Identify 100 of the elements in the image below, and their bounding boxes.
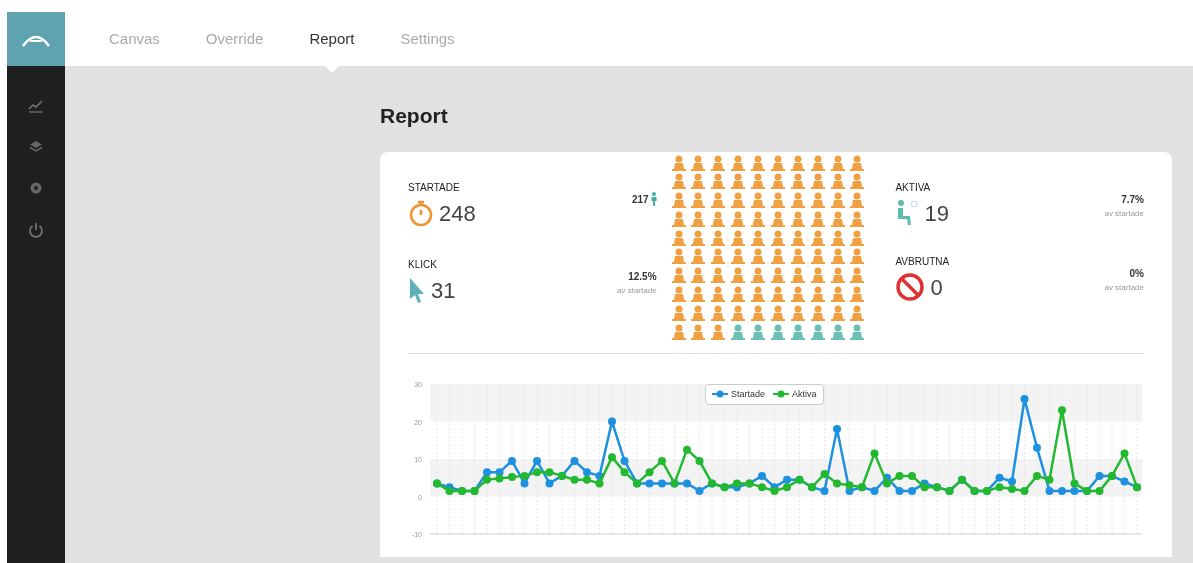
data-point (595, 471, 604, 480)
gear-icon[interactable] (29, 181, 43, 195)
data-point (508, 456, 516, 465)
person-icon (671, 304, 686, 321)
person-icon (671, 229, 686, 246)
data-point (1120, 477, 1129, 485)
stat-value: 0 (930, 273, 943, 302)
person-icon (850, 286, 865, 303)
person-icon (671, 323, 686, 340)
stat-side-value: 7.7% (1121, 192, 1144, 207)
data-point (508, 472, 516, 481)
person-icon (711, 173, 726, 190)
person-icon (850, 248, 865, 265)
stat-note: av startade (1104, 207, 1144, 220)
stat-side-value: 12.5% (628, 269, 657, 284)
person-icon (711, 210, 726, 227)
data-point (658, 456, 666, 465)
person-icon (731, 248, 746, 265)
person-icon (711, 323, 726, 340)
data-point (820, 469, 829, 478)
data-point (820, 486, 829, 495)
data-point (520, 471, 529, 480)
person-icon (671, 248, 686, 265)
legend-label: Aktiva (792, 387, 817, 401)
data-point (870, 486, 879, 495)
person-icon (711, 229, 726, 246)
data-point (1045, 475, 1054, 484)
person-icon (850, 192, 865, 209)
data-point (595, 478, 604, 487)
data-point (1070, 478, 1079, 487)
person-icon (830, 267, 845, 284)
person-icon (770, 154, 785, 171)
person-icon (731, 267, 746, 284)
data-point (1120, 448, 1129, 457)
person-icon (770, 267, 785, 284)
stat-value: 31 (431, 276, 456, 305)
chart-icon[interactable] (28, 99, 44, 113)
data-point (695, 456, 704, 465)
person-icon (830, 286, 845, 303)
person-icon (751, 323, 766, 340)
person-icon (770, 192, 785, 209)
nav-tab[interactable]: Report (309, 12, 355, 66)
person-icon (810, 192, 825, 209)
data-point (833, 424, 841, 433)
data-point (608, 417, 616, 425)
person-icon (691, 286, 706, 303)
person-icon (691, 192, 706, 209)
person-icon (790, 323, 805, 340)
stat-label: STARTADE (408, 180, 461, 195)
data-point (770, 486, 779, 495)
data-point (645, 467, 654, 476)
data-point (608, 452, 616, 461)
person-icon (751, 210, 766, 227)
person-icon (751, 154, 766, 171)
stat-note: av startade (1104, 281, 1144, 294)
person-icon (731, 304, 746, 321)
person-icon (850, 229, 865, 246)
data-point (533, 467, 541, 476)
person-icon (770, 248, 785, 265)
stat-note: av startade (617, 284, 657, 297)
stat-value: 248 (439, 199, 476, 228)
data-point (908, 471, 916, 480)
person-icon (691, 210, 706, 227)
nav-tab[interactable]: Override (205, 12, 264, 66)
person-icon (731, 173, 746, 190)
stat-side-value: 0% (1129, 266, 1144, 281)
person-icon (770, 304, 785, 321)
stopwatch-icon (408, 199, 434, 227)
person-icon (751, 192, 766, 209)
data-point (895, 471, 904, 480)
data-point (570, 456, 579, 465)
data-point (620, 456, 629, 465)
person-icon (850, 304, 865, 321)
person-icon (850, 154, 865, 171)
data-point (1058, 486, 1066, 495)
data-point (870, 448, 879, 457)
person-icon (691, 173, 706, 190)
person-icon (770, 323, 785, 340)
data-point (1033, 471, 1041, 480)
person-icon (810, 304, 825, 321)
person-icon (790, 173, 805, 190)
person-icon (810, 229, 825, 246)
person-icon (830, 304, 845, 321)
person-icon (790, 154, 805, 171)
person-icon (751, 173, 766, 190)
data-point (833, 478, 841, 487)
person-icon (810, 210, 825, 227)
layers-icon[interactable] (29, 140, 43, 154)
data-point (1020, 486, 1029, 495)
data-point (758, 471, 766, 480)
power-icon[interactable] (28, 222, 44, 238)
person-icon (731, 210, 746, 227)
person-icon (790, 248, 805, 265)
stat-label: KLICK (408, 257, 438, 272)
person-icon (671, 154, 686, 171)
nav-tab[interactable]: Canvas (109, 12, 160, 66)
nav-tab[interactable]: Settings (400, 12, 455, 66)
person-icon (691, 304, 706, 321)
data-point (695, 486, 704, 495)
data-point (1095, 471, 1104, 480)
